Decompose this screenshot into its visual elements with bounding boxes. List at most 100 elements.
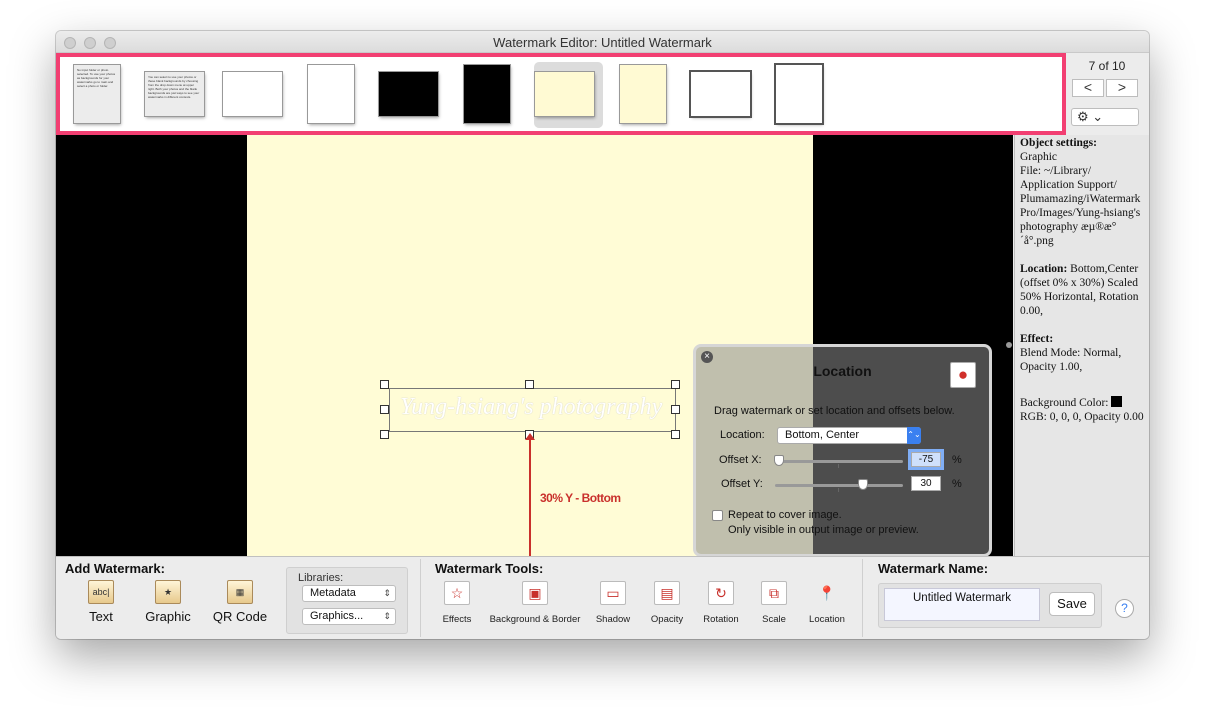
- background-color-info: RGB: 0, 0, 0, Opacity 0.00: [1020, 411, 1144, 423]
- watermark-name-title: Watermark Name:: [878, 561, 989, 576]
- help-icon[interactable]: ?: [1115, 599, 1134, 618]
- repeat-note: Only visible in output image or preview.: [728, 524, 919, 536]
- add-graphic-button[interactable]: ★ Graphic: [138, 580, 198, 624]
- background-color-heading: Background Color:: [1020, 397, 1109, 409]
- background-border-button[interactable]: ▣ Background & Border: [484, 581, 586, 625]
- location-select-value: Bottom, Center: [785, 429, 859, 441]
- object-settings-panel: Object settings: Graphic File: ~/Library…: [1014, 135, 1149, 556]
- add-graphic-label: Graphic: [145, 609, 191, 624]
- offset-y-slider-track[interactable]: [775, 484, 903, 487]
- object-settings-heading: Object settings:: [1020, 137, 1097, 149]
- popover-title: Location: [813, 363, 872, 379]
- rotation-label: Rotation: [703, 614, 739, 625]
- background-border-icon: ▣: [522, 581, 548, 605]
- next-button[interactable]: >: [1106, 79, 1138, 97]
- add-text-button[interactable]: abc| Text: [71, 580, 131, 624]
- shadow-label: Shadow: [595, 614, 631, 625]
- effects-label: Effects: [442, 614, 472, 625]
- location-button[interactable]: 📍 Location: [804, 581, 850, 625]
- graphics-popup-label: Graphics...: [310, 610, 364, 622]
- watermark-editor-window: Watermark Editor: Untitled Watermark No …: [56, 31, 1149, 639]
- rotation-button[interactable]: ↻ Rotation: [698, 581, 744, 625]
- scale-icon: ⧉: [761, 581, 787, 605]
- slider-tick: [838, 464, 839, 468]
- location-tool-label: Location: [809, 614, 845, 625]
- opacity-button[interactable]: ▤ Opacity: [644, 581, 690, 625]
- thumbnail-6[interactable]: [464, 65, 510, 123]
- effect-info: Blend Mode: Normal, Opacity 1.00,: [1020, 347, 1122, 373]
- shadow-button[interactable]: ▭ Shadow: [592, 581, 634, 625]
- background-color-swatch: [1111, 396, 1123, 407]
- resize-handle[interactable]: [525, 380, 534, 389]
- map-pin-icon: 📍: [818, 585, 836, 601]
- effects-icon: ☆: [444, 581, 470, 605]
- thumbnail-2[interactable]: You can select to use your photos or the…: [145, 72, 204, 116]
- thumbnail-10[interactable]: [776, 65, 822, 123]
- save-button[interactable]: Save: [1049, 592, 1095, 616]
- graphics-popup[interactable]: Graphics... ⇕: [302, 608, 396, 625]
- shadow-icon: ▭: [600, 581, 626, 605]
- opacity-icon: ▤: [654, 581, 680, 605]
- chevron-updown-icon: ⇕: [383, 588, 391, 598]
- location-select[interactable]: Bottom, Center ⌃⌄: [777, 427, 921, 444]
- thumbnail-3[interactable]: [223, 72, 282, 116]
- resize-handle[interactable]: [671, 405, 680, 414]
- resize-handle[interactable]: [380, 380, 389, 389]
- location-heading: Location:: [1020, 263, 1068, 275]
- thumbnail-8[interactable]: [620, 65, 666, 123]
- page-counter: 7 of 10: [1088, 59, 1126, 73]
- divider: [862, 559, 863, 637]
- thumbnail-7-selected[interactable]: [535, 72, 594, 116]
- resize-handle[interactable]: [671, 430, 680, 439]
- offset-arrow: [529, 435, 531, 556]
- thumbnail-4[interactable]: [308, 65, 354, 123]
- offset-x-field[interactable]: -75: [911, 452, 941, 467]
- thumbnail-2-text: You can select to use your photos or the…: [148, 75, 200, 99]
- offset-arrow-head: [525, 433, 535, 440]
- bottom-toolbar: Add Watermark: abc| Text ★ Graphic ▦ QR …: [56, 556, 1149, 639]
- resize-handle[interactable]: [380, 430, 389, 439]
- offset-y-field[interactable]: 30: [911, 476, 941, 491]
- offset-y-label: Offset Y:: [721, 478, 763, 490]
- thumbnail-1[interactable]: No input folder or photo selected. To us…: [74, 65, 120, 123]
- qr-code-icon: ▦: [227, 580, 253, 604]
- watermark-text[interactable]: Yung-hsiang's photography: [400, 394, 662, 421]
- resize-handle[interactable]: [380, 405, 389, 414]
- rotation-icon: ↻: [708, 581, 734, 605]
- watermark-tools-title: Watermark Tools:: [435, 561, 544, 576]
- add-qr-code-button[interactable]: ▦ QR Code: [210, 580, 270, 624]
- offset-x-slider-track[interactable]: [775, 460, 903, 463]
- popover-description: Drag watermark or set location and offse…: [714, 405, 955, 417]
- add-text-label: Text: [89, 609, 113, 624]
- repeat-label: Repeat to cover image. Only visible in o…: [728, 508, 919, 538]
- window-title: Watermark Editor: Untitled Watermark: [493, 35, 712, 50]
- metadata-popup[interactable]: Metadata ⇕: [302, 585, 396, 602]
- watermark-name-box: Untitled Watermark Save: [878, 583, 1102, 628]
- graphic-icon: ★: [155, 580, 181, 604]
- thumbnail-5[interactable]: [379, 72, 438, 116]
- background-thumbnail-strip: No input folder or photo selected. To us…: [56, 53, 1066, 135]
- previous-button[interactable]: <: [1072, 79, 1104, 97]
- slider-tick: [838, 488, 839, 492]
- effects-button[interactable]: ☆ Effects: [438, 581, 476, 625]
- watermark-name-field[interactable]: Untitled Watermark: [884, 588, 1040, 621]
- offset-x-slider-knob[interactable]: [774, 455, 784, 466]
- opacity-label: Opacity: [650, 614, 684, 625]
- gear-icon: ⚙ ⌄: [1077, 109, 1104, 124]
- gear-menu-button[interactable]: ⚙ ⌄: [1071, 108, 1139, 126]
- thumbnail-9[interactable]: [691, 72, 750, 116]
- offset-y-percent: %: [952, 478, 962, 490]
- metadata-popup-label: Metadata: [310, 587, 356, 599]
- split-view-handle[interactable]: [1006, 342, 1012, 348]
- close-icon[interactable]: ×: [701, 351, 713, 363]
- resize-handle[interactable]: [671, 380, 680, 389]
- repeat-checkbox[interactable]: [712, 510, 723, 521]
- libraries-box: Libraries: Metadata ⇕ Graphics... ⇕: [286, 567, 408, 634]
- map-pin-icon: ●: [950, 362, 976, 388]
- offset-y-slider-knob[interactable]: [858, 479, 868, 490]
- chevron-updown-icon: ⇕: [383, 611, 391, 621]
- offset-x-percent: %: [952, 454, 962, 466]
- divider: [420, 559, 421, 637]
- scale-button[interactable]: ⧉ Scale: [756, 581, 792, 625]
- text-icon: abc|: [88, 580, 114, 604]
